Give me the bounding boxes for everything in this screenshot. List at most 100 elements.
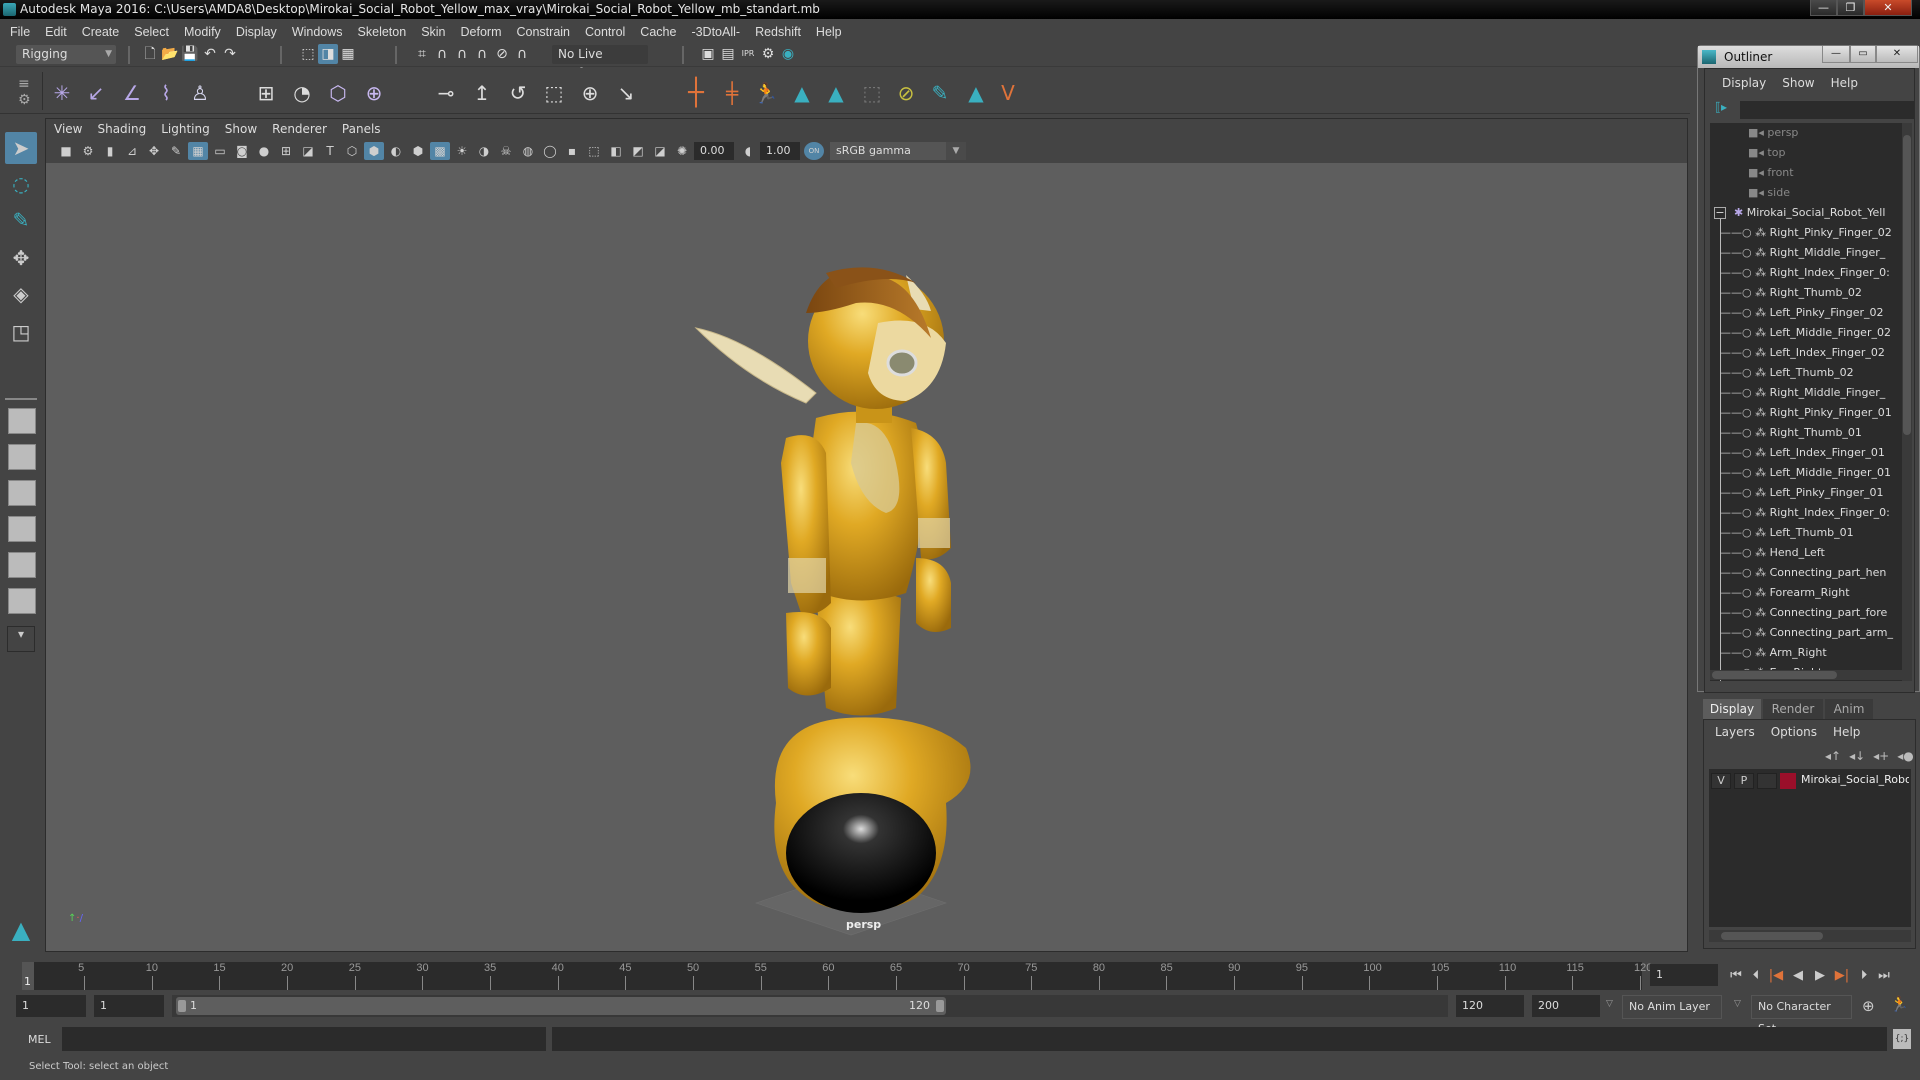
save-scene-icon[interactable]: 💾: [180, 44, 200, 64]
viewport-menu-view[interactable]: View: [54, 122, 82, 136]
outliner-item[interactable]: ——○ ⁂ Right_Thumb_02: [1720, 283, 1910, 303]
menu-file[interactable]: File: [10, 25, 30, 39]
range-slider[interactable]: 1 120: [172, 995, 1448, 1017]
pole-vector-icon[interactable]: ↘: [613, 80, 639, 106]
layer-row[interactable]: V P Mirokai_Social_Robot_: [1709, 771, 1911, 791]
lasso-tool-icon[interactable]: ◌: [5, 168, 37, 200]
animation-start-field[interactable]: 1: [16, 995, 86, 1017]
menu-constrain[interactable]: Constrain: [517, 25, 571, 39]
collapse-icon[interactable]: −: [1714, 207, 1726, 219]
menu-cache[interactable]: Cache: [640, 25, 676, 39]
smooth-shade-icon[interactable]: ⬢: [364, 142, 384, 160]
outliner-item[interactable]: ——○ ⁂ Left_Pinky_Finger_02: [1720, 303, 1910, 323]
anim-layer-dropdown[interactable]: No Anim Layer: [1622, 995, 1722, 1019]
outliner-menu-display[interactable]: Display: [1722, 76, 1766, 90]
select-by-object-icon[interactable]: ◨: [318, 44, 338, 64]
minimize-button[interactable]: —: [1810, 0, 1837, 16]
menu-redshift[interactable]: Redshift: [755, 25, 801, 39]
redo-icon[interactable]: ↷: [220, 44, 240, 64]
safe-title-icon[interactable]: T: [320, 142, 340, 160]
make-live-icon[interactable]: ⊘: [492, 44, 512, 64]
menu-create[interactable]: Create: [82, 25, 120, 39]
layers-menu-help[interactable]: Help: [1833, 725, 1860, 739]
outliner-search-input[interactable]: [1740, 101, 1914, 119]
ipr-render-icon[interactable]: IPR: [738, 44, 758, 64]
paint-select-tool-icon[interactable]: ✎: [5, 204, 37, 236]
step-forward-frame-icon[interactable]: ⏵: [1855, 967, 1873, 985]
menu-edit[interactable]: Edit: [45, 25, 67, 39]
outliner-item[interactable]: ——○ ⁂ Left_Middle_Finger_02: [1720, 323, 1910, 343]
cluster-icon[interactable]: ⊕: [361, 80, 387, 106]
layer-color-swatch[interactable]: [1780, 773, 1796, 789]
film-gate-icon[interactable]: ▭: [210, 142, 230, 160]
step-back-frame-icon[interactable]: ⏴: [1747, 967, 1765, 985]
outliner-item[interactable]: ——○ ⁂ Left_Index_Finger_02: [1720, 343, 1910, 363]
layer-horizontal-scrollbar[interactable]: [1709, 930, 1911, 942]
outliner-horizontal-scrollbar[interactable]: [1710, 670, 1902, 680]
outliner-menu-show[interactable]: Show: [1782, 76, 1814, 90]
shelf-tabs-toggle-icon[interactable]: ≡: [18, 76, 30, 92]
set-driven-key-icon[interactable]: ╪: [719, 80, 745, 106]
live-surface-field[interactable]: No Live Surface: [552, 45, 648, 80]
outliner-item[interactable]: ——○ ⁂ Right_Middle_Finger_: [1720, 243, 1910, 263]
outliner-item[interactable]: ——○ ⁂ Left_Thumb_01: [1720, 523, 1910, 543]
playback-start-field[interactable]: 1: [94, 995, 164, 1017]
persp-graph-layout-icon[interactable]: [8, 516, 36, 542]
delete-history-icon[interactable]: ⊘: [893, 80, 919, 106]
viewport-menu-shading[interactable]: Shading: [97, 122, 146, 136]
persp-graph-outliner-layout-icon[interactable]: [8, 588, 36, 614]
select-tool-icon[interactable]: ➤: [5, 132, 37, 164]
outliner-item[interactable]: ——○ ⁂ Right_Index_Finger_0:: [1720, 263, 1910, 283]
set-key-icon[interactable]: ┼: [683, 80, 709, 106]
outliner-item[interactable]: ——○ ⁂ Right_Pinky_Finger_02: [1720, 223, 1910, 243]
render-view-icon[interactable]: ▣: [698, 44, 718, 64]
menu-deform[interactable]: Deform: [461, 25, 502, 39]
paint-select-icon[interactable]: ✎: [927, 80, 953, 106]
move-layer-up-icon[interactable]: ◂↑: [1825, 749, 1841, 763]
time-slider[interactable]: 1 5 10 15 20 25 30 35 40 45 50 55 60 65 70 75 80 85 90 95 1…: [22, 962, 1652, 990]
chevron-down-icon[interactable]: ▽: [1606, 999, 1613, 1009]
hypershade-icon[interactable]: ◉: [778, 44, 798, 64]
move-layer-down-icon[interactable]: ◂↓: [1849, 749, 1865, 763]
outliner-maximize-button[interactable]: ▭: [1850, 46, 1876, 63]
xray-active-components-icon[interactable]: ◩: [628, 142, 648, 160]
layer-visibility-toggle[interactable]: V: [1711, 773, 1731, 789]
go-to-end-icon[interactable]: ⏭: [1875, 967, 1893, 985]
layouts-more-icon[interactable]: ▾: [7, 626, 35, 652]
outliner-minimize-button[interactable]: —: [1822, 46, 1850, 63]
select-by-component-icon[interactable]: ▦: [338, 44, 358, 64]
resolution-gate-icon[interactable]: ◙: [232, 142, 252, 160]
tab-anim[interactable]: Anim: [1825, 699, 1873, 719]
gamma-field[interactable]: 1.00: [760, 142, 800, 160]
outliner-item[interactable]: ——○ ⁂ Right_Index_Finger_0:: [1720, 503, 1910, 523]
open-scene-icon[interactable]: 📂: [160, 44, 180, 64]
outliner-item[interactable]: ——○ ⁂ Right_Pinky_Finger_01: [1720, 403, 1910, 423]
menu-help[interactable]: Help: [816, 25, 842, 39]
range-slider-bar[interactable]: 1 120: [176, 997, 946, 1015]
exposure-field[interactable]: 0.00: [694, 142, 734, 160]
parent-constraint-icon[interactable]: ⊸: [433, 80, 459, 106]
xray-icon[interactable]: ◧: [606, 142, 626, 160]
persp-outliner-layout-icon[interactable]: [8, 480, 36, 506]
use-all-lights-icon[interactable]: ☀: [452, 142, 472, 160]
hypershade-layout-icon[interactable]: [8, 552, 36, 578]
animation-preferences-icon[interactable]: 🏃: [1890, 995, 1909, 1013]
gate-mask-icon[interactable]: ●: [254, 142, 274, 160]
step-forward-key-icon[interactable]: ▶|: [1833, 967, 1851, 985]
four-view-layout-icon[interactable]: [8, 444, 36, 470]
aim-constraint-icon[interactable]: ⊕: [577, 80, 603, 106]
screen-space-ao-icon[interactable]: ☠: [496, 142, 516, 160]
outliner-item[interactable]: ——○ ⁂ Left_Pinky_Finger_01: [1720, 483, 1910, 503]
joint-tool-icon[interactable]: ✳: [49, 80, 75, 106]
tab-render[interactable]: Render: [1763, 699, 1823, 719]
single-perspective-layout-icon[interactable]: [8, 408, 36, 434]
insert-joint-icon[interactable]: ↙: [83, 80, 109, 106]
color-space-dropdown[interactable]: sRGB gamma ▼: [830, 142, 966, 160]
exposure-icon[interactable]: ✺: [672, 142, 692, 160]
rotate-tool-icon[interactable]: ◈: [5, 278, 37, 310]
camera-attributes-icon[interactable]: ⚙: [78, 142, 98, 160]
outliner-camera-item[interactable]: ■◂ persp: [1748, 123, 1910, 143]
outliner-item[interactable]: ——○ ⁂ Left_Index_Finger_01: [1720, 443, 1910, 463]
step-back-key-icon[interactable]: |◀: [1767, 967, 1785, 985]
outliner-item[interactable]: ——○ ⁂ Connecting_part_fore: [1720, 603, 1910, 623]
